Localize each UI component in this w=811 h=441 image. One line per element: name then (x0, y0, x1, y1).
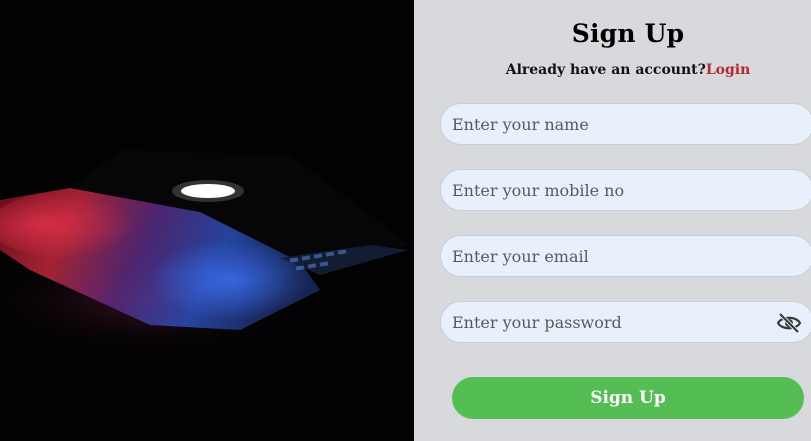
login-prompt: Already have an account?Login (414, 62, 811, 78)
login-link[interactable]: Login (706, 62, 750, 78)
mobile-field (440, 169, 811, 211)
email-field (440, 235, 811, 277)
eye-slash-icon[interactable] (776, 311, 802, 335)
mobile-input[interactable] (441, 170, 811, 210)
name-input[interactable] (441, 104, 811, 144)
login-prompt-text: Already have an account? (505, 62, 706, 78)
password-field (440, 301, 811, 343)
signup-page: Sign Up Already have an account?Login Si… (0, 0, 811, 441)
hero-laptop-image (0, 0, 414, 441)
email-input[interactable] (441, 236, 811, 276)
sign-up-button[interactable]: Sign Up (452, 377, 804, 419)
name-field (440, 103, 811, 145)
password-input[interactable] (441, 302, 811, 342)
apple-logo-icon (172, 180, 244, 202)
signup-form-panel: Sign Up Already have an account?Login Si… (414, 0, 811, 441)
page-title: Sign Up (571, 19, 685, 48)
